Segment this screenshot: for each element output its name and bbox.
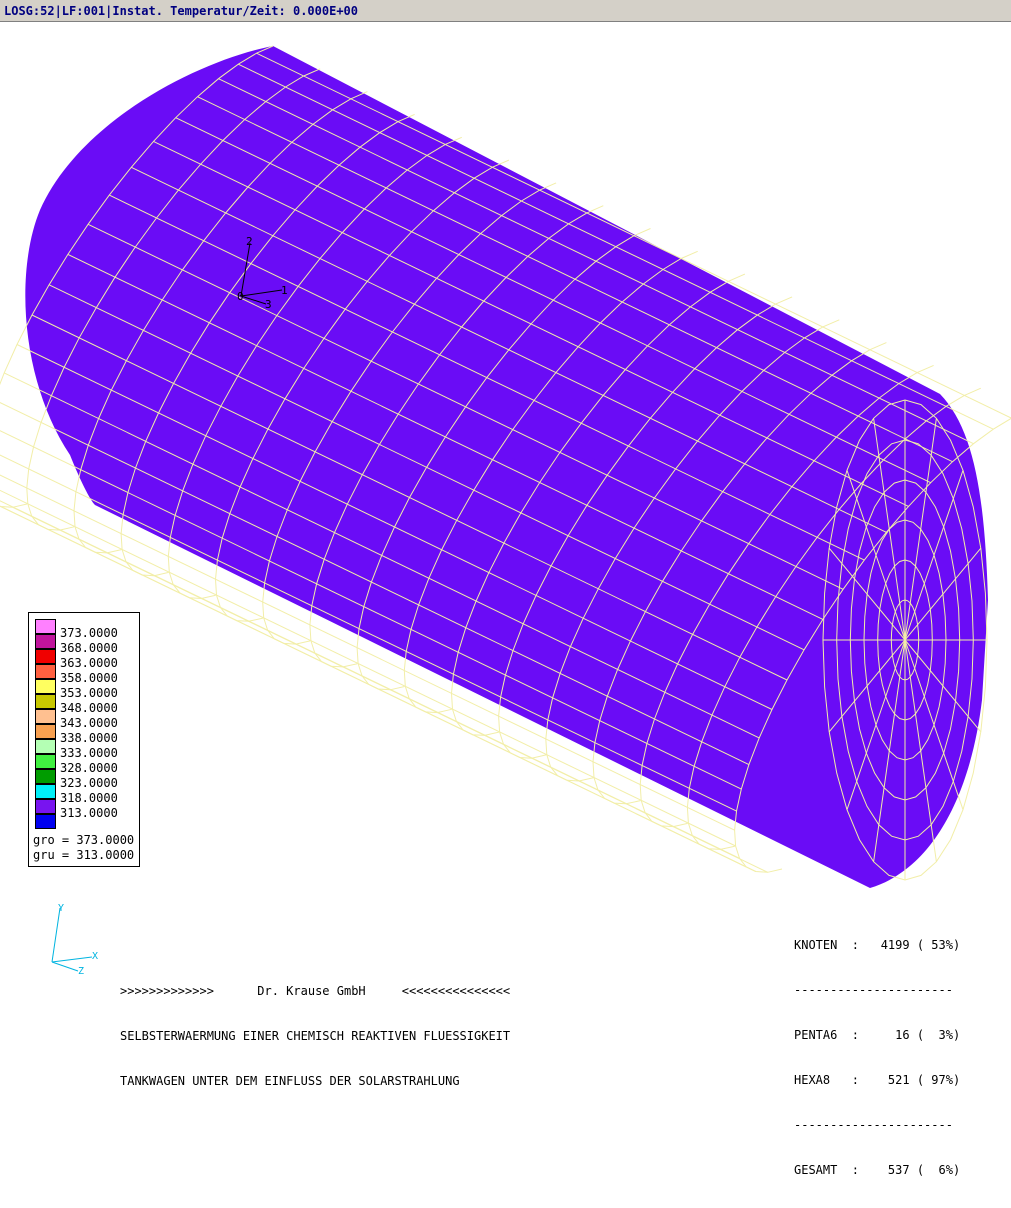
- mesh-statistics: KNOTEN : 4199 ( 53%) -------------------…: [794, 908, 960, 1208]
- stat-separator-2: ----------------------: [794, 1118, 960, 1133]
- legend-swatch: [35, 769, 56, 784]
- legend-entry: 358.0000: [35, 664, 139, 679]
- legend-swatch: [35, 634, 56, 649]
- legend-entry: 348.0000: [35, 694, 139, 709]
- legend-swatch: [35, 754, 56, 769]
- stat-gesamt: GESAMT : 537 ( 6%): [794, 1163, 960, 1178]
- fem-postprocessor-window: LOSG:52|LF:001|Instat. Temperatur/Zeit: …: [0, 0, 1011, 1011]
- legend-swatch: [35, 694, 56, 709]
- legend-entry: 343.0000: [35, 709, 139, 724]
- legend-swatch: [35, 679, 56, 694]
- model-info: >>>>>>>>>>>>> Dr. Krause GmbH <<<<<<<<<<…: [120, 954, 510, 1119]
- local-axis-label-1: 1: [281, 284, 288, 297]
- legend-entry: 338.0000: [35, 724, 139, 739]
- title-bar: LOSG:52|LF:001|Instat. Temperatur/Zeit: …: [0, 0, 1011, 22]
- info-title-line: SELBSTERWAERMUNG EINER CHEMISCH REAKTIVE…: [120, 1029, 510, 1044]
- local-axis-label-origin: 0: [237, 290, 244, 303]
- legend-entry: 353.0000: [35, 679, 139, 694]
- legend-gro: gro = 373.0000: [33, 833, 134, 847]
- legend-entry: 368.0000: [35, 634, 139, 649]
- global-axis-label-z: Z: [78, 966, 84, 977]
- legend-entry: 333.0000: [35, 739, 139, 754]
- title-text: LOSG:52|LF:001|Instat. Temperatur/Zeit: …: [4, 4, 358, 18]
- local-axis-label-3: 3: [265, 298, 272, 311]
- legend-entry: 318.0000: [35, 784, 139, 799]
- stat-separator-1: ----------------------: [794, 983, 960, 998]
- global-axis-label-y: Y: [58, 903, 64, 914]
- legend-swatch: [35, 784, 56, 799]
- stat-penta6: PENTA6 : 16 ( 3%): [794, 1028, 960, 1043]
- legend-entry: 313.0000: [35, 799, 139, 814]
- legend-swatch: [35, 814, 56, 829]
- legend-swatch: [35, 724, 56, 739]
- temperature-legend: 373.0000368.0000363.0000358.0000353.0000…: [28, 612, 140, 867]
- legend-swatch: [35, 619, 56, 634]
- local-axis-label-2: 2: [246, 235, 253, 248]
- legend-swatch: [35, 649, 56, 664]
- legend-swatch: [35, 799, 56, 814]
- global-axis-label-x: X: [92, 951, 98, 962]
- info-company-line: >>>>>>>>>>>>> Dr. Krause GmbH <<<<<<<<<<…: [120, 984, 510, 999]
- legend-gru: gru = 313.0000: [33, 848, 134, 862]
- model-viewport[interactable]: 2 1 3 0 Y X Z: [0, 22, 1011, 1011]
- legend-entry: 323.0000: [35, 769, 139, 784]
- legend-swatch: [35, 739, 56, 754]
- legend-entry: 373.0000: [35, 619, 139, 634]
- info-subtitle-line: TANKWAGEN UNTER DEM EINFLUSS DER SOLARST…: [120, 1074, 510, 1089]
- legend-swatch: [35, 709, 56, 724]
- legend-entry: 363.0000: [35, 649, 139, 664]
- global-axis-triad: [52, 908, 92, 971]
- stat-knoten: KNOTEN : 4199 ( 53%): [794, 938, 960, 953]
- mesh-end-cap-lines: [823, 400, 987, 880]
- legend-entry: 328.0000: [35, 754, 139, 769]
- tank-mesh-canvas[interactable]: 2 1 3 0 Y X Z: [0, 22, 1011, 1011]
- stat-hexa8: HEXA8 : 521 ( 97%): [794, 1073, 960, 1088]
- legend-swatch: [35, 664, 56, 679]
- legend-entry: [35, 814, 139, 829]
